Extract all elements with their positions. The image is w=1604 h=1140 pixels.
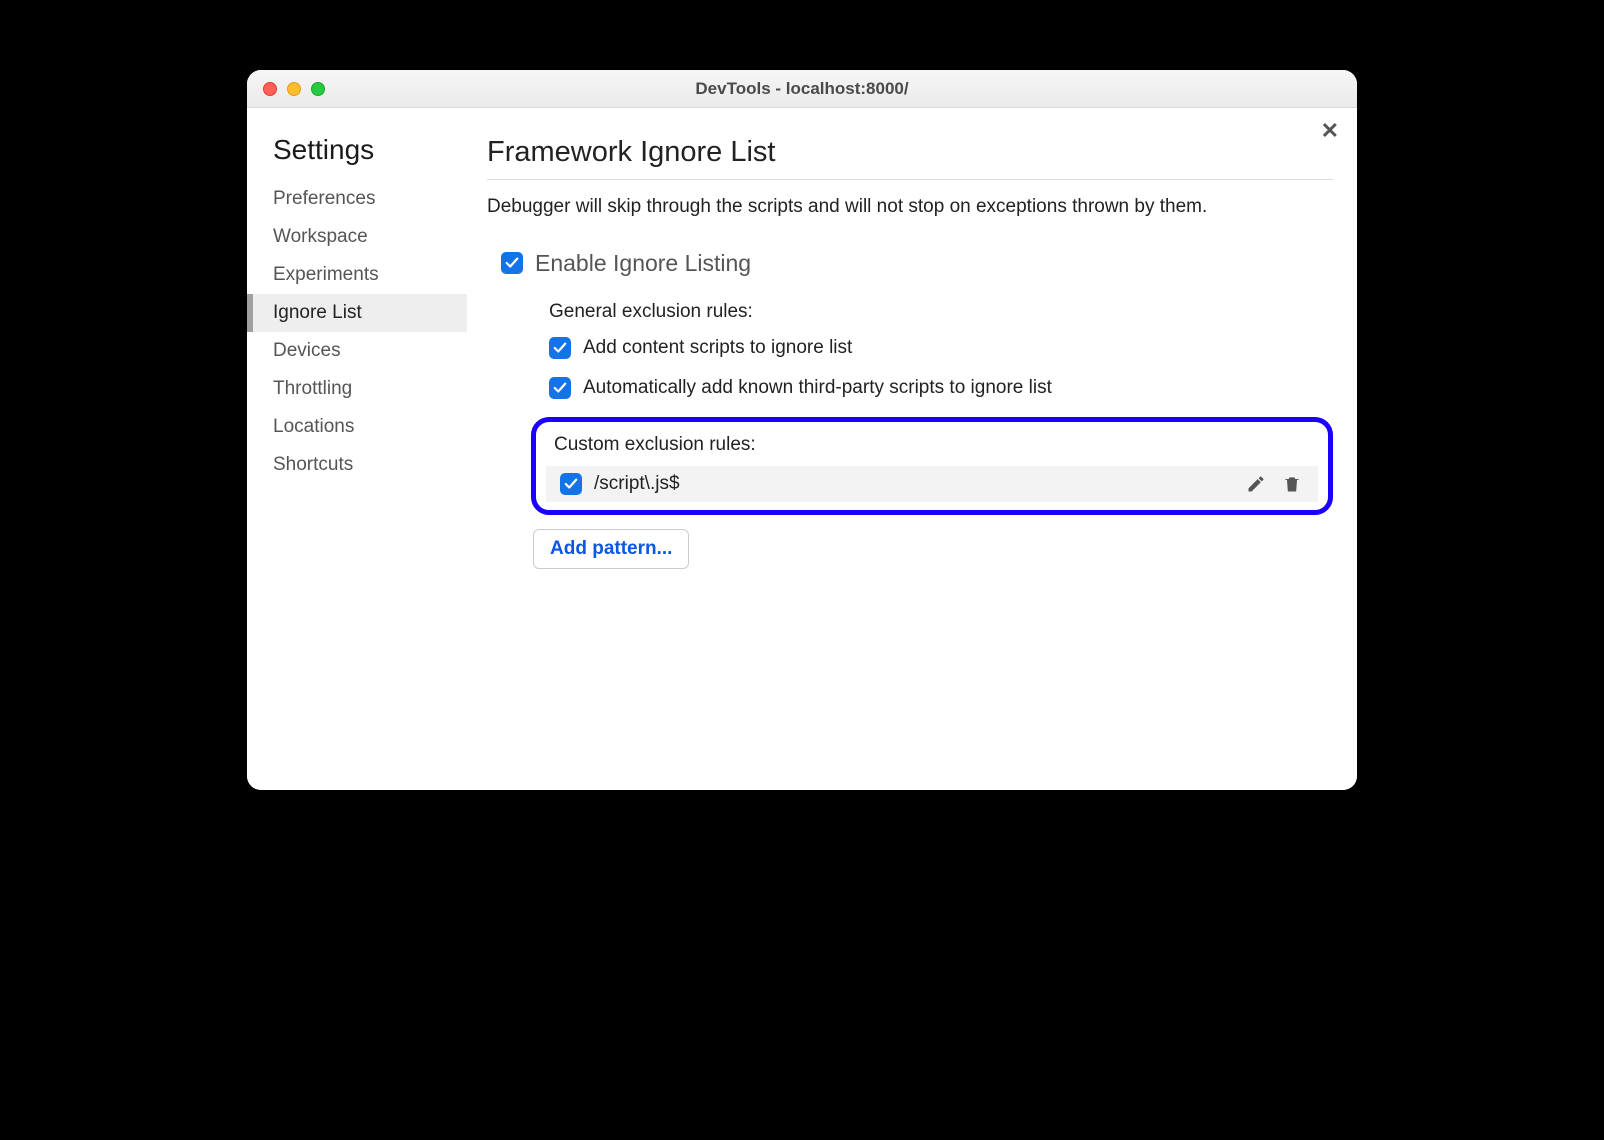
custom-exclusion-heading: Custom exclusion rules:: [554, 434, 1318, 456]
sidebar-title: Settings: [247, 134, 467, 180]
sidebar-item-locations[interactable]: Locations: [247, 408, 467, 446]
sidebar-item-ignore-list[interactable]: Ignore List: [247, 294, 467, 332]
window-controls: [263, 82, 325, 96]
content-scripts-checkbox[interactable]: [549, 337, 571, 359]
add-pattern-button[interactable]: Add pattern...: [533, 529, 689, 569]
panel-description: Debugger will skip through the scripts a…: [487, 194, 1333, 220]
third-party-scripts-label: Automatically add known third-party scri…: [583, 377, 1052, 399]
general-exclusion-heading: General exclusion rules:: [549, 301, 1333, 323]
custom-rule-checkbox[interactable]: [560, 473, 582, 495]
enable-ignore-listing-label: Enable Ignore Listing: [535, 250, 751, 277]
sidebar-item-experiments[interactable]: Experiments: [247, 256, 467, 294]
checkmark-icon: [505, 256, 519, 270]
sidebar-item-throttling[interactable]: Throttling: [247, 370, 467, 408]
content-scripts-row[interactable]: Add content scripts to ignore list: [549, 337, 1333, 359]
third-party-scripts-row[interactable]: Automatically add known third-party scri…: [549, 377, 1333, 399]
settings-sidebar: Settings Preferences Workspace Experimen…: [247, 108, 467, 790]
sidebar-item-workspace[interactable]: Workspace: [247, 218, 467, 256]
sidebar-item-preferences[interactable]: Preferences: [247, 180, 467, 218]
titlebar: DevTools - localhost:8000/: [247, 70, 1357, 108]
content-scripts-label: Add content scripts to ignore list: [583, 337, 852, 359]
enable-ignore-listing-row[interactable]: Enable Ignore Listing: [501, 250, 1333, 277]
panel-title: Framework Ignore List: [487, 136, 1333, 180]
general-exclusion-section: General exclusion rules: Add content scr…: [549, 301, 1333, 399]
custom-rule-row: /script\.js$: [546, 466, 1318, 502]
close-window-button[interactable]: [263, 82, 277, 96]
devtools-window: DevTools - localhost:8000/ ✕ Settings Pr…: [247, 70, 1357, 790]
sidebar-item-devices[interactable]: Devices: [247, 332, 467, 370]
settings-content: Framework Ignore List Debugger will skip…: [467, 108, 1357, 790]
checkmark-icon: [564, 477, 578, 491]
close-icon[interactable]: ✕: [1321, 120, 1339, 142]
delete-icon[interactable]: [1280, 472, 1304, 496]
checkmark-icon: [553, 381, 567, 395]
third-party-scripts-checkbox[interactable]: [549, 377, 571, 399]
window-title: DevTools - localhost:8000/: [247, 79, 1357, 99]
custom-exclusion-highlight: Custom exclusion rules: /script\.js$: [531, 417, 1333, 515]
enable-ignore-listing-checkbox[interactable]: [501, 252, 523, 274]
minimize-window-button[interactable]: [287, 82, 301, 96]
sidebar-item-shortcuts[interactable]: Shortcuts: [247, 446, 467, 484]
zoom-window-button[interactable]: [311, 82, 325, 96]
custom-rule-pattern: /script\.js$: [594, 473, 1232, 495]
edit-icon[interactable]: [1244, 472, 1268, 496]
settings-body: ✕ Settings Preferences Workspace Experim…: [247, 108, 1357, 790]
checkmark-icon: [553, 341, 567, 355]
